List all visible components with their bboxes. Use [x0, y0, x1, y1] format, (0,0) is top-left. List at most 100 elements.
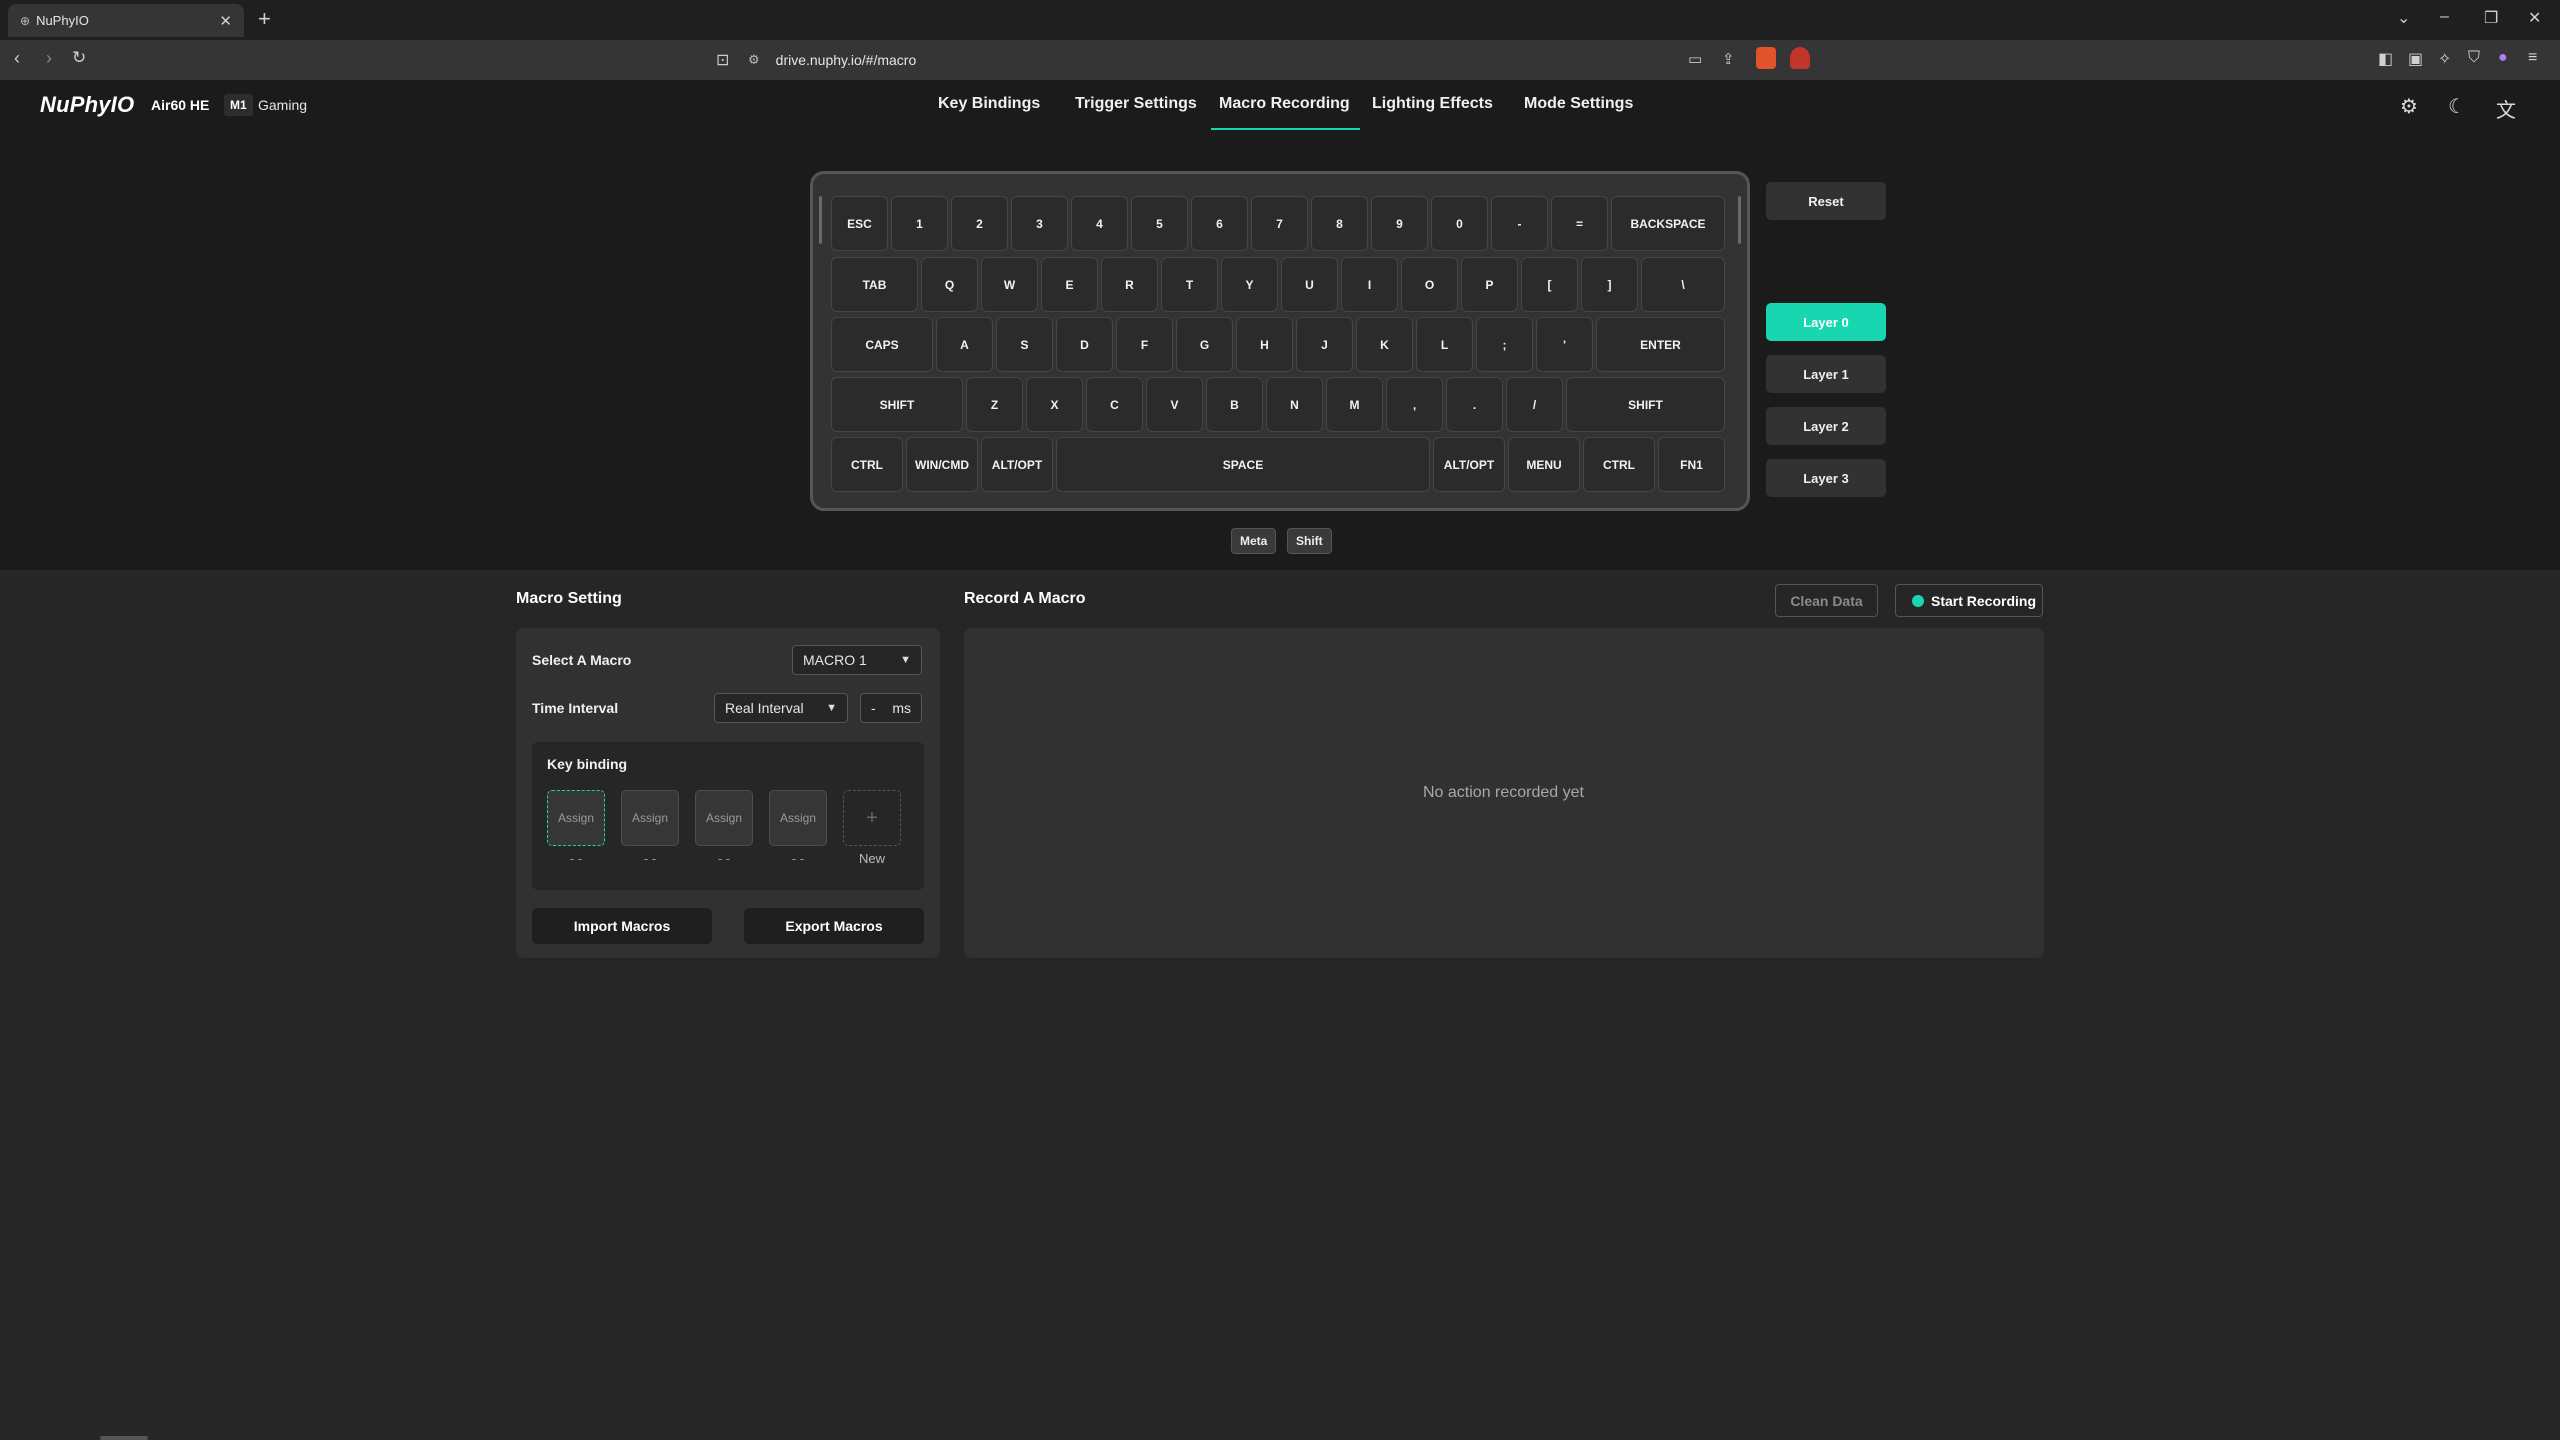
key-comma[interactable]: , [1386, 377, 1443, 432]
key-a[interactable]: A [936, 317, 993, 372]
settings-gear-icon[interactable]: ⚙ [2400, 94, 2418, 119]
key-left-shift[interactable]: SHIFT [831, 377, 963, 432]
tab-list-chevron-icon[interactable]: ⌄ [2397, 8, 2410, 28]
key-h[interactable]: H [1236, 317, 1293, 372]
key-fn1[interactable]: FN1 [1658, 437, 1725, 492]
modifier-meta[interactable]: Meta [1231, 528, 1277, 554]
layer-1-button[interactable]: Layer 1 [1766, 355, 1886, 393]
assign-slot-2[interactable]: Assign [621, 790, 679, 846]
key-right-alt[interactable]: ALT/OPT [1433, 437, 1505, 492]
key-0[interactable]: 0 [1431, 196, 1488, 251]
key-4[interactable]: 4 [1071, 196, 1128, 251]
back-icon[interactable]: ‹ [14, 48, 20, 69]
ai-icon[interactable]: ✧ [2438, 49, 2451, 69]
key-u[interactable]: U [1281, 257, 1338, 312]
restore-icon[interactable]: ❐ [2484, 8, 2498, 28]
key-7[interactable]: 7 [1251, 196, 1308, 251]
key-w[interactable]: W [981, 257, 1038, 312]
key-6[interactable]: 6 [1191, 196, 1248, 251]
key-equal[interactable]: = [1551, 196, 1608, 251]
key-backspace[interactable]: BACKSPACE [1611, 196, 1725, 251]
new-slot-button[interactable]: + [843, 790, 901, 846]
scrollbar-thumb[interactable] [100, 1436, 148, 1440]
key-m[interactable]: M [1326, 377, 1383, 432]
key-left-alt[interactable]: ALT/OPT [981, 437, 1053, 492]
key-9[interactable]: 9 [1371, 196, 1428, 251]
sidebar-icon[interactable]: ◧ [2378, 49, 2393, 69]
key-c[interactable]: C [1086, 377, 1143, 432]
tab-lighting-effects[interactable]: Lighting Effects [1372, 95, 1493, 113]
profile-icon[interactable]: ● [2498, 49, 2508, 67]
tab-mode-settings[interactable]: Mode Settings [1524, 95, 1633, 113]
key-win-cmd[interactable]: WIN/CMD [906, 437, 978, 492]
key-caps[interactable]: CAPS [831, 317, 933, 372]
key-1[interactable]: 1 [891, 196, 948, 251]
key-g[interactable]: G [1176, 317, 1233, 372]
key-z[interactable]: Z [966, 377, 1023, 432]
layer-3-button[interactable]: Layer 3 [1766, 459, 1886, 497]
key-l[interactable]: L [1416, 317, 1473, 372]
layer-0-button[interactable]: Layer 0 [1766, 303, 1886, 341]
key-8[interactable]: 8 [1311, 196, 1368, 251]
macro-select[interactable]: MACRO 1 ▼ [792, 645, 922, 675]
close-window-icon[interactable]: ✕ [2528, 8, 2541, 28]
key-tab[interactable]: TAB [831, 257, 918, 312]
key-t[interactable]: T [1161, 257, 1218, 312]
interval-select[interactable]: Real Interval ▼ [714, 693, 848, 723]
key-s[interactable]: S [996, 317, 1053, 372]
key-2[interactable]: 2 [951, 196, 1008, 251]
key-j[interactable]: J [1296, 317, 1353, 372]
start-recording-button[interactable]: Start Recording [1895, 584, 2043, 617]
wallet-icon[interactable]: ▣ [2408, 49, 2423, 69]
tab-macro-recording[interactable]: Macro Recording [1211, 95, 1360, 131]
reload-icon[interactable]: ↻ [72, 48, 86, 68]
brave-shields-icon[interactable] [1756, 47, 1776, 69]
key-o[interactable]: O [1401, 257, 1458, 312]
site-info-icon[interactable]: ⚙ [748, 52, 760, 68]
key-left-ctrl[interactable]: CTRL [831, 437, 903, 492]
export-macros-button[interactable]: Export Macros [744, 908, 924, 944]
key-e[interactable]: E [1041, 257, 1098, 312]
menu-icon[interactable]: ≡ [2528, 49, 2537, 67]
close-tab-icon[interactable]: ✕ [219, 12, 232, 30]
new-tab-button[interactable]: + [258, 6, 271, 32]
key-enter[interactable]: ENTER [1596, 317, 1725, 372]
bookmark-icon[interactable]: ⊡ [716, 50, 729, 70]
key-q[interactable]: Q [921, 257, 978, 312]
key-minus[interactable]: - [1491, 196, 1548, 251]
key-5[interactable]: 5 [1131, 196, 1188, 251]
address-bar[interactable]: ⊡ ⚙ drive.nuphy.io/#/macro [716, 44, 1818, 76]
key-v[interactable]: V [1146, 377, 1203, 432]
minimize-icon[interactable]: – [2440, 8, 2449, 26]
forward-icon[interactable]: › [46, 48, 52, 69]
key-3[interactable]: 3 [1011, 196, 1068, 251]
key-semicolon[interactable]: ; [1476, 317, 1533, 372]
key-i[interactable]: I [1341, 257, 1398, 312]
key-f[interactable]: F [1116, 317, 1173, 372]
key-p[interactable]: P [1461, 257, 1518, 312]
cast-icon[interactable]: ▭ [1688, 50, 1702, 68]
vpn-shield-icon[interactable]: ⛉ [2468, 49, 2480, 67]
tab-trigger-settings[interactable]: Trigger Settings [1075, 95, 1197, 113]
key-right-ctrl[interactable]: CTRL [1583, 437, 1655, 492]
key-space[interactable]: SPACE [1056, 437, 1430, 492]
key-left-bracket[interactable]: [ [1521, 257, 1578, 312]
reset-button[interactable]: Reset [1766, 182, 1886, 220]
key-r[interactable]: R [1101, 257, 1158, 312]
key-esc[interactable]: ESC [831, 196, 888, 251]
app-logo[interactable]: NuPhyIO [40, 92, 134, 118]
tab-key-bindings[interactable]: Key Bindings [938, 95, 1040, 113]
layer-2-button[interactable]: Layer 2 [1766, 407, 1886, 445]
interval-ms-input[interactable]: - ms [860, 693, 922, 723]
assign-slot-4[interactable]: Assign [769, 790, 827, 846]
dark-mode-moon-icon[interactable]: ☾ [2448, 94, 2466, 119]
import-macros-button[interactable]: Import Macros [532, 908, 712, 944]
key-backslash[interactable]: \ [1641, 257, 1725, 312]
clean-data-button[interactable]: Clean Data [1775, 584, 1878, 617]
key-y[interactable]: Y [1221, 257, 1278, 312]
language-icon[interactable]: 文 [2496, 94, 2516, 123]
key-x[interactable]: X [1026, 377, 1083, 432]
key-slash[interactable]: / [1506, 377, 1563, 432]
key-b[interactable]: B [1206, 377, 1263, 432]
key-period[interactable]: . [1446, 377, 1503, 432]
